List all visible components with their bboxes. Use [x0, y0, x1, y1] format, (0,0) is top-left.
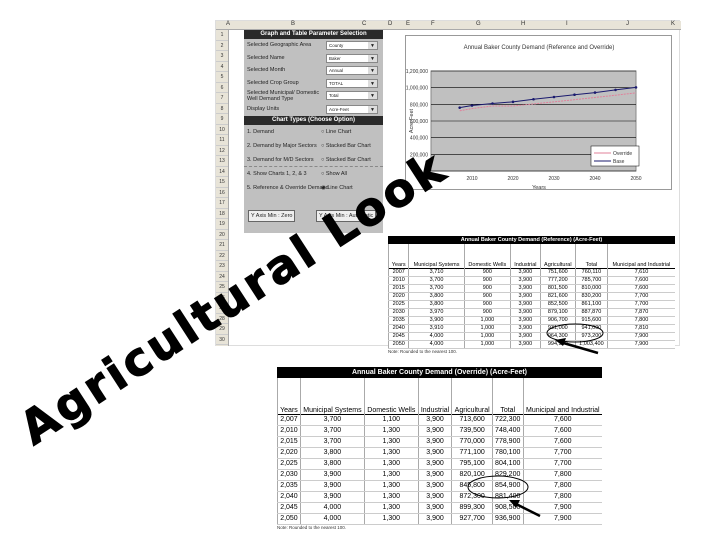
arrow-reference — [559, 340, 599, 355]
highlight-circle-reference — [546, 323, 604, 343]
annotations — [467, 323, 604, 518]
highlight-circle-override — [467, 475, 529, 499]
arrow-override — [513, 501, 541, 518]
arrow-head-icon — [555, 338, 566, 346]
